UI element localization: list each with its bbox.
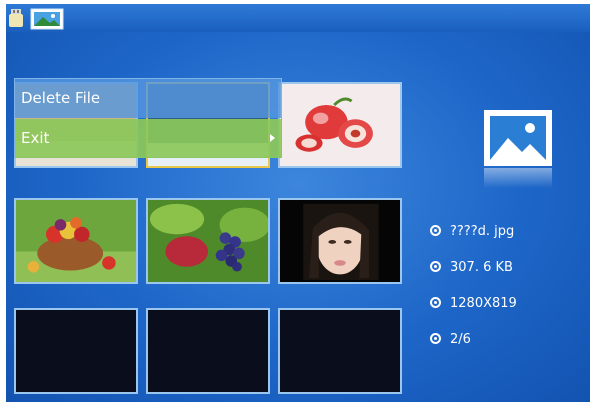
filename-value: ????d. jpg (450, 224, 515, 239)
info-index: 2/6 (430, 330, 471, 350)
bullet-icon (430, 225, 441, 236)
thumbnail-peaches[interactable] (278, 82, 402, 168)
context-menu: Delete File Exit (14, 78, 282, 158)
info-resolution: 1280X819 (430, 294, 517, 314)
submenu-arrow-icon (270, 134, 275, 142)
bullet-icon (430, 261, 441, 272)
usb-stick-icon[interactable] (8, 8, 24, 28)
thumbnail-portrait[interactable] (278, 198, 402, 284)
thumbnail-empty-2[interactable] (146, 308, 270, 394)
picture-folder-icon[interactable] (30, 8, 64, 30)
bullet-icon (430, 333, 441, 344)
menu-item-delete-file-label: Delete File (21, 89, 101, 107)
info-file-size: 307. 6 KB (430, 258, 513, 278)
file-index-value: 2/6 (450, 332, 471, 347)
top-bar (6, 4, 590, 32)
resolution-value: 1280X819 (450, 296, 517, 311)
thumbnail-fruit-basket[interactable] (14, 198, 138, 284)
thumbnail-grapes[interactable] (146, 198, 270, 284)
info-filename: ????d. jpg (430, 222, 514, 242)
thumbnail-empty-3[interactable] (278, 308, 402, 394)
thumbnail-empty-1[interactable] (14, 308, 138, 394)
picture-icon (482, 108, 554, 190)
file-size-value: 307. 6 KB (450, 260, 513, 275)
menu-item-delete-file[interactable]: Delete File (15, 79, 281, 118)
menu-item-exit[interactable]: Exit (15, 119, 281, 158)
menu-item-exit-label: Exit (21, 129, 50, 147)
photo-viewer-screen: Delete File Exit ????d. jpg 307. 6 KB 12… (6, 4, 590, 402)
bullet-icon (430, 297, 441, 308)
